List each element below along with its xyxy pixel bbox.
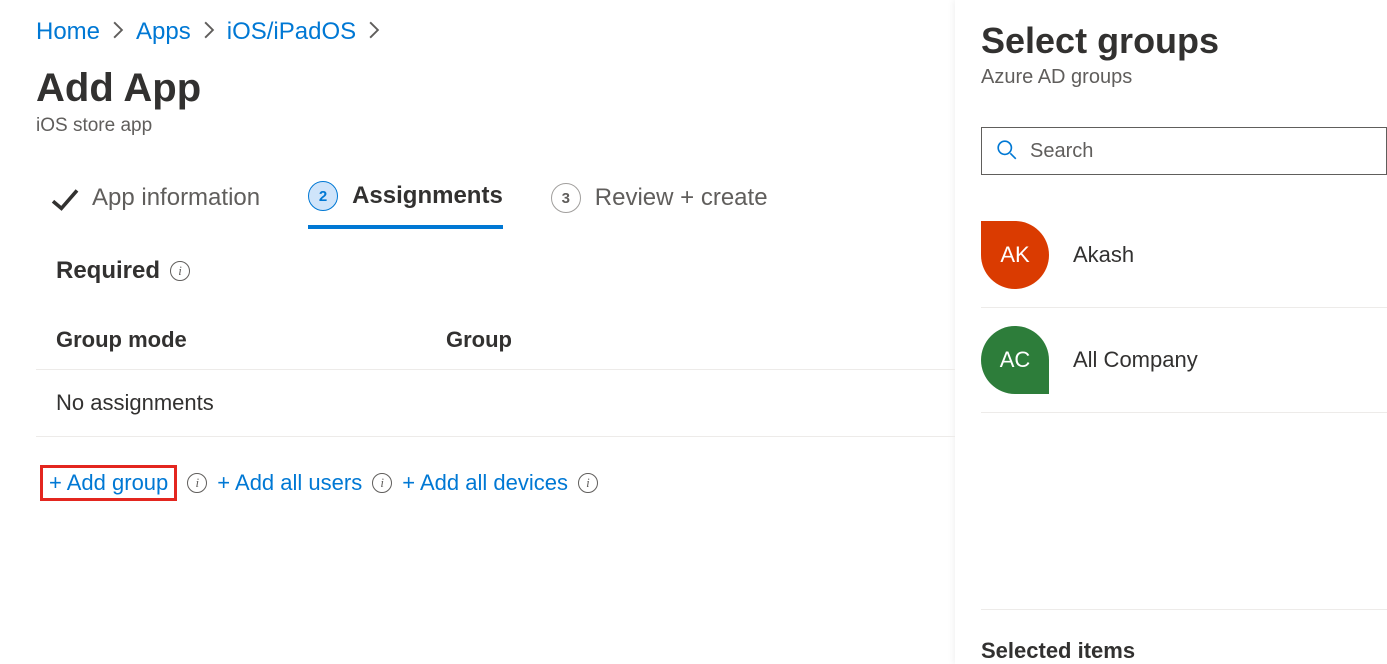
group-item[interactable]: AC All Company — [981, 308, 1387, 413]
info-icon[interactable]: i — [372, 473, 392, 493]
step-number: 3 — [551, 183, 581, 213]
tab-assignments[interactable]: 2 Assignments — [308, 181, 503, 229]
tab-label: App information — [92, 184, 260, 212]
chevron-right-icon — [203, 21, 215, 44]
section-required-label: Required — [56, 257, 160, 285]
add-all-users-button[interactable]: + Add all users — [217, 470, 362, 496]
tab-label: Assignments — [352, 182, 503, 210]
info-icon[interactable]: i — [170, 261, 190, 281]
main-content: Home Apps iOS/iPadOS Add App iOS store a… — [0, 0, 955, 664]
search-icon — [996, 139, 1018, 164]
info-icon[interactable]: i — [578, 473, 598, 493]
highlight-add-group: + Add group — [40, 465, 177, 501]
tab-review-create[interactable]: 3 Review + create — [551, 183, 768, 227]
avatar: AC — [981, 326, 1049, 394]
avatar: AK — [981, 221, 1049, 289]
step-number: 2 — [308, 181, 338, 211]
search-input-wrapper[interactable] — [981, 127, 1387, 175]
page-title: Add App — [36, 66, 955, 111]
assignments-table: Group mode Group No assignments — [36, 327, 955, 437]
assignment-actions: + Add group i + Add all users i + Add al… — [36, 437, 955, 501]
chevron-right-icon — [112, 21, 124, 44]
select-groups-panel: Select groups Azure AD groups AK Akash A… — [955, 0, 1387, 664]
add-group-button[interactable]: + Add group — [49, 470, 168, 496]
tab-app-information[interactable]: App information — [50, 184, 260, 226]
breadcrumb: Home Apps iOS/iPadOS — [36, 18, 955, 46]
breadcrumb-platform[interactable]: iOS/iPadOS — [227, 18, 356, 46]
section-required: Required i — [36, 257, 955, 285]
tab-label: Review + create — [595, 184, 768, 212]
selected-items-label: Selected items — [981, 610, 1387, 664]
info-icon[interactable]: i — [187, 473, 207, 493]
wizard-tabs: App information 2 Assignments 3 Review +… — [36, 181, 955, 229]
add-all-devices-button[interactable]: + Add all devices — [402, 470, 568, 496]
list-spacer — [981, 413, 1387, 610]
breadcrumb-home[interactable]: Home — [36, 18, 100, 46]
breadcrumb-apps[interactable]: Apps — [136, 18, 191, 46]
panel-subtitle: Azure AD groups — [981, 66, 1387, 89]
group-item[interactable]: AK Akash — [981, 203, 1387, 308]
page-subtitle: iOS store app — [36, 115, 955, 137]
group-name: Akash — [1073, 242, 1134, 268]
col-group-mode: Group mode — [56, 327, 446, 353]
group-name: All Company — [1073, 347, 1198, 373]
col-group: Group — [446, 327, 955, 353]
table-header: Group mode Group — [36, 327, 955, 370]
chevron-right-icon — [368, 21, 380, 44]
table-empty-row: No assignments — [36, 370, 955, 437]
search-input[interactable] — [1030, 140, 1372, 163]
panel-title: Select groups — [981, 20, 1387, 62]
check-icon — [50, 188, 78, 208]
